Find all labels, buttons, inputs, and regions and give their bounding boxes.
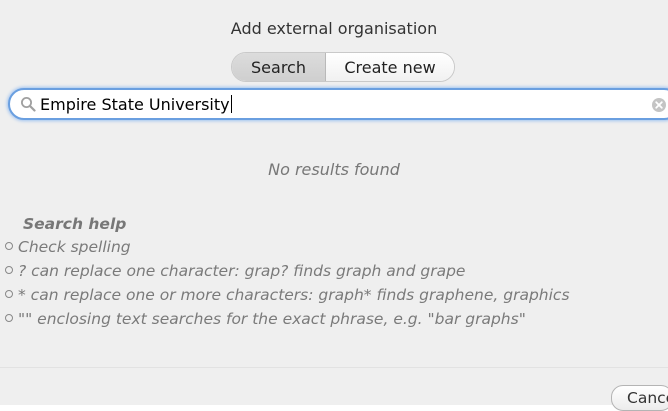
bullet-icon <box>5 314 13 322</box>
help-item: * can replace one or more characters: gr… <box>5 285 570 309</box>
bullet-icon <box>5 290 13 298</box>
help-item: "" enclosing text searches for the exact… <box>5 309 570 333</box>
footer-divider <box>0 367 668 368</box>
add-organisation-dialog: Add external organisation Search Create … <box>0 0 668 411</box>
bullet-icon <box>5 266 13 274</box>
text-cursor <box>230 95 232 113</box>
search-help-list: Check spelling ? can replace one charact… <box>5 237 570 333</box>
tab-create-new[interactable]: Create new <box>326 53 454 81</box>
tab-search[interactable]: Search <box>232 53 326 81</box>
no-results-message: No results found <box>268 160 400 179</box>
search-help-heading: Search help <box>23 215 127 233</box>
search-icon <box>21 97 36 112</box>
dialog-title: Add external organisation <box>230 19 438 38</box>
help-item: Check spelling <box>5 237 570 261</box>
mode-segmented-control: Search Create new <box>231 52 455 82</box>
search-input[interactable]: Empire State University <box>8 88 668 120</box>
cancel-button[interactable]: Cancel <box>611 385 668 411</box>
clear-icon[interactable] <box>651 97 667 113</box>
search-input-value: Empire State University <box>40 95 232 114</box>
bullet-icon <box>5 242 13 250</box>
help-item: ? can replace one character: grap? finds… <box>5 261 570 285</box>
